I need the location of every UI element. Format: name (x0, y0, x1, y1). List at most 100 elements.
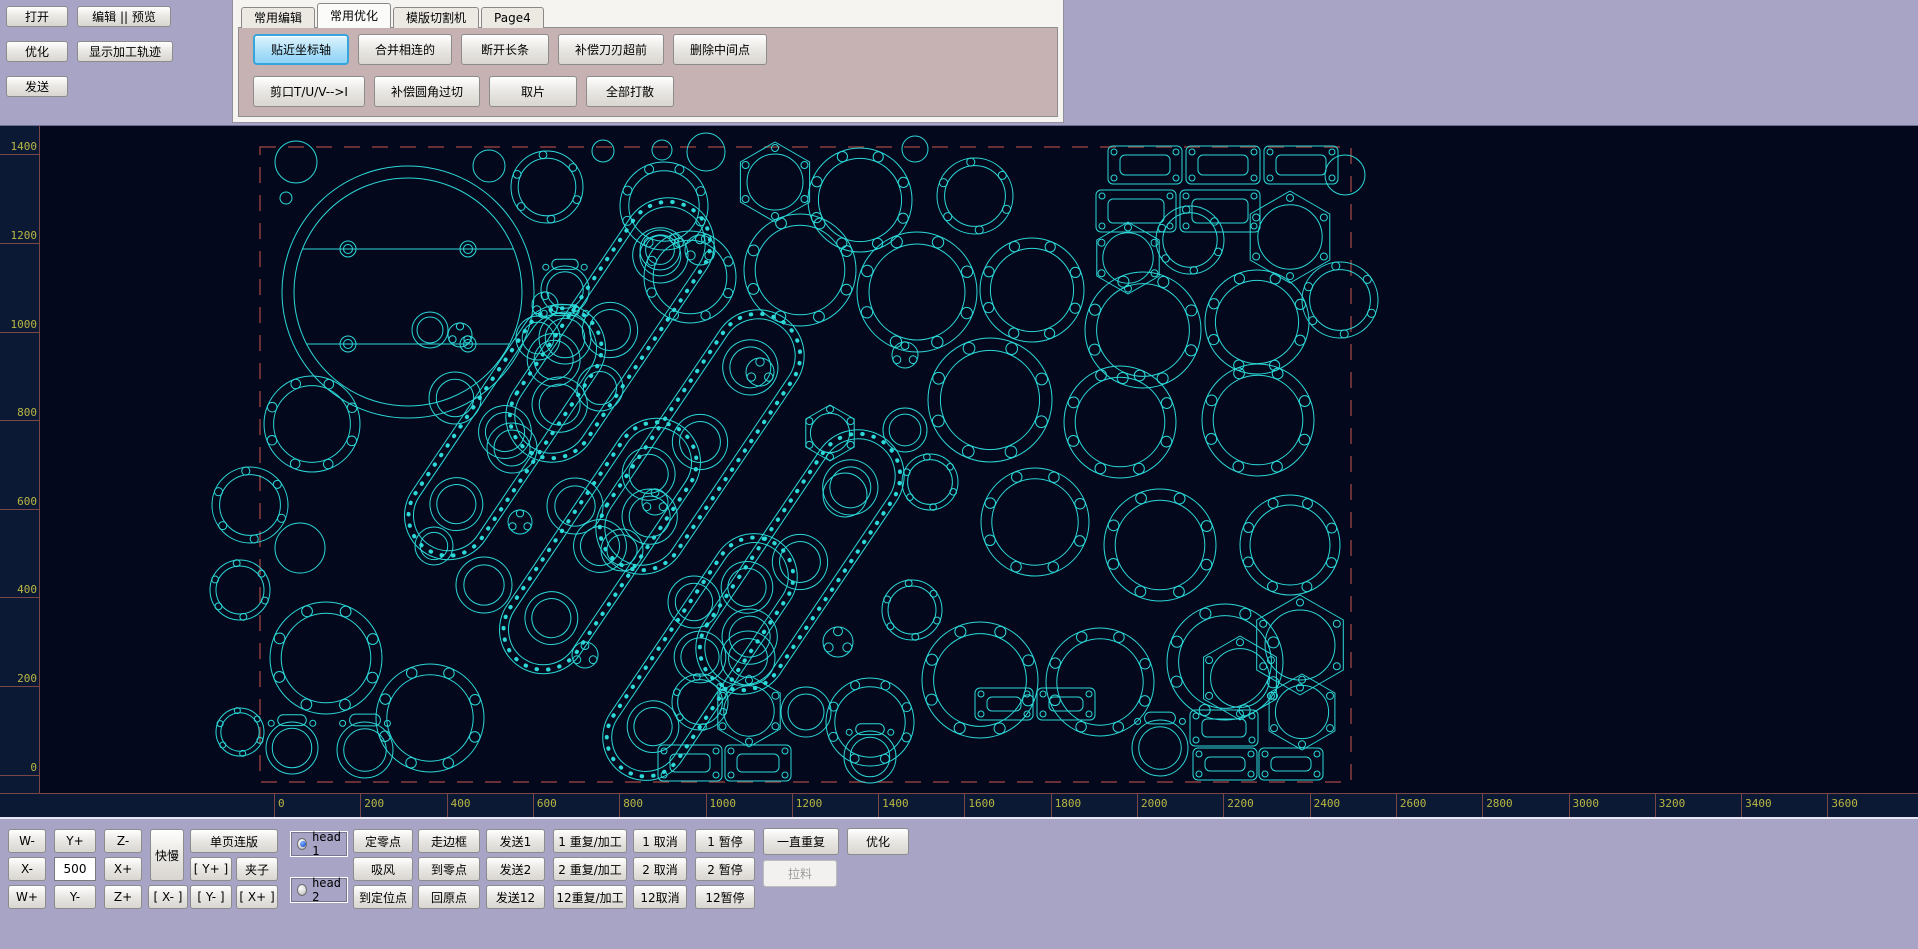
send12-button[interactable]: 发送12 (486, 885, 545, 909)
jog-x-plus-button[interactable]: X+ (104, 857, 142, 881)
set-zero-button[interactable]: 定零点 (353, 829, 413, 853)
jog-y-minus-button[interactable]: Y- (54, 885, 96, 909)
pause2-button[interactable]: 2 暂停 (695, 857, 755, 881)
cancel1-button[interactable]: 1 取消 (633, 829, 687, 853)
part-ring[interactable] (412, 312, 448, 348)
walk-frame-button[interactable]: 走边框 (418, 829, 480, 853)
part-flange[interactable] (882, 580, 942, 640)
part-flange[interactable] (270, 602, 382, 714)
part-circle[interactable] (275, 523, 325, 573)
speed-toggle-button[interactable]: 快慢 (150, 829, 184, 881)
part-cover-gasket[interactable] (844, 724, 896, 783)
part-hex-gasket[interactable] (718, 675, 780, 747)
head2-radio[interactable]: head 2 (290, 877, 348, 903)
part-plate[interactable] (1259, 748, 1323, 780)
optimize-action-button[interactable]: 优化 (847, 828, 909, 855)
part-plate[interactable] (1186, 146, 1260, 184)
part-circle[interactable] (592, 140, 614, 162)
tab-common-edit[interactable]: 常用编辑 (241, 7, 315, 28)
tab-common-optimize[interactable]: 常用优化 (317, 3, 391, 28)
clamp-button[interactable]: 夹子 (236, 857, 278, 881)
part-flange[interactable] (672, 674, 728, 731)
head1-radio[interactable]: head 1 (290, 831, 348, 857)
open-button[interactable]: 打开 (6, 6, 68, 27)
part-hex-gasket[interactable] (1269, 674, 1335, 750)
send2-button[interactable]: 发送2 (486, 857, 545, 881)
nick-tuv-to-i-button[interactable]: 剪口T/U/V-->I (253, 76, 365, 107)
send1-button[interactable]: 发送1 (486, 829, 545, 853)
part-plate[interactable] (725, 745, 791, 781)
part-flange[interactable] (826, 678, 914, 766)
delete-middle-points-button[interactable]: 删除中间点 (673, 34, 767, 65)
edit-preview-button[interactable]: 编辑 || 预览 (77, 6, 171, 27)
jog-y-plus-button[interactable]: Y+ (54, 829, 96, 853)
part-circle[interactable] (902, 136, 928, 162)
take-piece-button[interactable]: 取片 (489, 76, 577, 107)
jog-z-minus-button[interactable]: Z- (104, 829, 142, 853)
part-hex-gasket[interactable] (740, 142, 809, 222)
part-flange[interactable] (1205, 270, 1309, 374)
part-trefoil-gasket[interactable] (892, 342, 918, 368)
part-hex-gasket[interactable] (806, 405, 854, 461)
part-trefoil-gasket[interactable] (508, 510, 532, 534)
to-zero-button[interactable]: 到零点 (418, 857, 480, 881)
pause1-button[interactable]: 1 暂停 (695, 829, 755, 853)
repeat2-button[interactable]: 2 重复/加工 (553, 857, 627, 881)
part-trefoil-gasket[interactable] (572, 642, 598, 668)
part-cover-gasket[interactable] (337, 714, 393, 778)
part-flange[interactable] (980, 238, 1084, 342)
part-circle[interactable] (280, 192, 292, 204)
feed-value-input[interactable] (54, 857, 96, 881)
merge-connected-button[interactable]: 合并相连的 (358, 34, 452, 65)
part-cover-gasket[interactable] (1132, 712, 1188, 776)
jog-w-plus-button[interactable]: W+ (8, 885, 46, 909)
part-plate[interactable] (1193, 748, 1257, 780)
part-plate[interactable] (1180, 190, 1260, 232)
part-plate[interactable] (1037, 688, 1095, 720)
part-ring[interactable] (456, 557, 512, 613)
jog-z-plus-button[interactable]: Z+ (104, 885, 142, 909)
part-trefoil-gasket[interactable] (823, 627, 853, 657)
part-flange[interactable] (937, 158, 1013, 234)
part-flange[interactable] (1156, 206, 1224, 274)
repeat12-button[interactable]: 12重复/加工 (553, 885, 627, 909)
snap-to-axis-button[interactable]: 贴近坐标轴 (253, 34, 349, 65)
bracket-y-minus-button[interactable]: [ Y- ] (190, 885, 232, 909)
to-locate-point-button[interactable]: 到定位点 (353, 885, 413, 909)
part-flange[interactable] (210, 560, 270, 620)
part-flange[interactable] (902, 454, 958, 511)
part-circle[interactable] (652, 140, 672, 160)
cancel2-button[interactable]: 2 取消 (633, 857, 687, 881)
part-ring[interactable] (883, 408, 927, 452)
bracket-x-plus-button[interactable]: [ X+ ] (236, 885, 278, 909)
repeat-forever-button[interactable]: 一直重复 (763, 828, 839, 855)
part-chain-gasket[interactable] (387, 287, 622, 577)
jog-x-minus-button[interactable]: X- (8, 857, 46, 881)
part-ring[interactable] (547, 478, 603, 534)
tab-page4[interactable]: Page4 (481, 7, 544, 28)
break-long-strip-button[interactable]: 断开长条 (461, 34, 549, 65)
repeat1-button[interactable]: 1 重复/加工 (553, 829, 627, 853)
compensate-fillet-overcut-button[interactable]: 补偿圆角过切 (374, 76, 480, 107)
part-flange[interactable] (212, 467, 288, 543)
part-circle[interactable] (687, 133, 725, 171)
part-hex-gasket[interactable] (1097, 222, 1159, 294)
part-flange[interactable] (1104, 489, 1216, 601)
part-flange[interactable] (264, 376, 360, 472)
suction-button[interactable]: 吸风 (353, 857, 413, 881)
part-plate[interactable] (1108, 146, 1182, 184)
part-ring[interactable] (781, 687, 831, 737)
part-flange[interactable] (1202, 364, 1314, 476)
part-plate[interactable] (1264, 146, 1338, 184)
cad-canvas[interactable] (40, 126, 1918, 793)
part-flange[interactable] (511, 151, 583, 223)
cancel12-button[interactable]: 12取消 (633, 885, 687, 909)
part-plate[interactable] (1096, 190, 1176, 232)
part-flange[interactable] (216, 708, 264, 757)
show-track-button[interactable]: 显示加工轨迹 (77, 41, 173, 62)
send-button[interactable]: 发送 (6, 76, 68, 97)
part-flange[interactable] (922, 622, 1038, 738)
explode-all-button[interactable]: 全部打散 (586, 76, 674, 107)
optimize-button[interactable]: 优化 (6, 41, 68, 62)
bracket-y-plus-button[interactable]: [ Y+ ] (190, 857, 232, 881)
